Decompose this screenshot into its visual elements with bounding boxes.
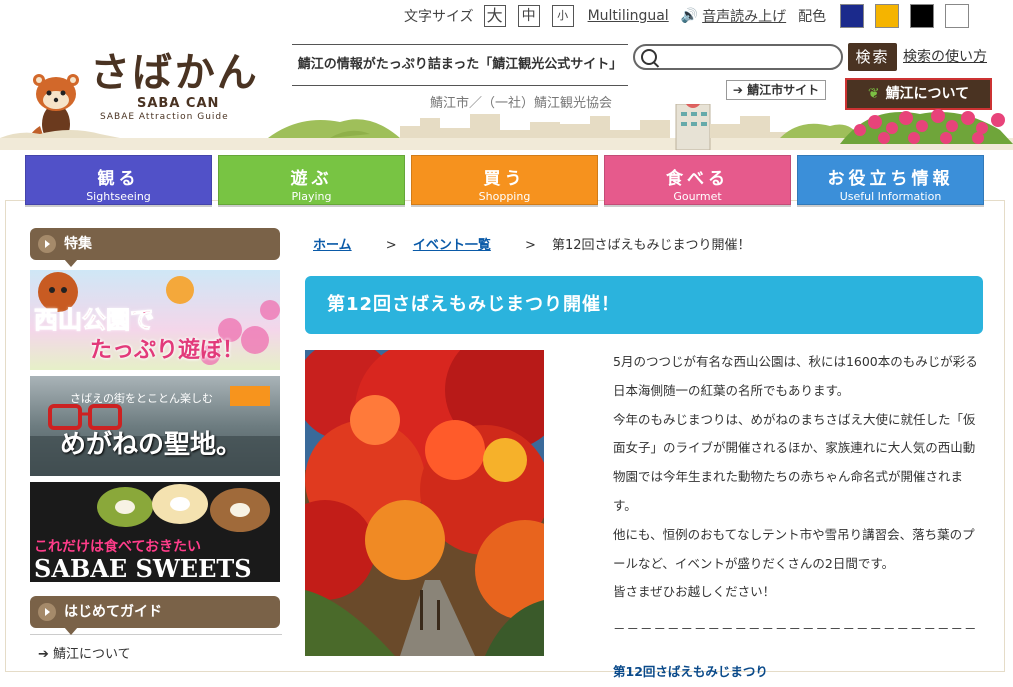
site-tagline: 鯖江の情報がたっぷり詰まった「鯖江観光公式サイト」: [292, 44, 628, 86]
multilingual-link[interactable]: Multilingual: [588, 8, 669, 24]
font-size-large-button[interactable]: 大: [483, 5, 506, 27]
font-size-medium-button[interactable]: 中: [517, 5, 540, 27]
nav-sightseeing-label: 観る: [97, 169, 140, 189]
site-header: 文字サイズ 大 中 小 Multilingual 🔊 音声読み上げ 配色 さばか…: [0, 0, 1013, 150]
nav-gourmet-label: 食べる: [666, 169, 729, 189]
autumn-leaves-photo: [305, 350, 544, 656]
nav-gourmet[interactable]: 食べる Gourmet: [604, 155, 791, 205]
sidebar: 特集 西山公園で たっぷり遊ぼ！ さばえの街をとことん楽しむ めがねの聖地。 こ…: [30, 228, 282, 662]
search-help-link[interactable]: 検索の使い方: [903, 46, 987, 66]
page-title: 第12回さばえもみじまつり開催！: [305, 276, 983, 334]
color-scheme-label: 配色: [798, 9, 827, 25]
nav-shopping[interactable]: 買う Shopping: [411, 155, 598, 205]
nav-playing-sublabel: Playing: [291, 190, 332, 203]
nav-playing-label: 遊ぶ: [290, 169, 333, 189]
header-scenery-illustration: [0, 104, 1013, 150]
guide-heading: はじめてガイド: [30, 596, 280, 635]
breadcrumb-current: 第12回さばえもみじまつり開催！: [552, 238, 751, 253]
breadcrumb-separator: >: [524, 238, 536, 253]
city-site-link[interactable]: ➔ 鯖江市サイト: [726, 80, 826, 100]
nav-sightseeing[interactable]: 観る Sightseeing: [25, 155, 212, 205]
banner-nishiyama-park[interactable]: 西山公園で たっぷり遊ぼ！: [30, 270, 280, 370]
breadcrumb-separator: >: [385, 238, 397, 253]
nav-useful-info-label: お役立ち情報: [827, 169, 954, 189]
nav-useful-info[interactable]: お役立ち情報 Useful Information: [797, 155, 984, 205]
banner-glasses-line1: さばえの街をとことん楽しむ: [70, 392, 213, 405]
color-yellow-button[interactable]: [875, 4, 900, 28]
speaker-icon: 🔊: [680, 8, 699, 24]
arrow-right-icon: ➔: [732, 83, 743, 97]
search-icon: [641, 49, 657, 65]
breadcrumb: ホーム > イベント一覧 > 第12回さばえもみじまつり開催！: [313, 234, 751, 253]
article-body: 5月のつつじが有名な西山公園は、秋には1600本のもみじが彩る日本海側随一の紅葉…: [613, 348, 985, 687]
banner-sweets-line2: SABAE SWEETS: [34, 554, 252, 582]
search-button[interactable]: 検索: [848, 43, 897, 71]
feature-heading: 特集: [30, 228, 280, 267]
logo-title: さばかん: [90, 49, 259, 96]
search-input[interactable]: [633, 44, 843, 70]
article-paragraph: 今年のもみじまつりは、めがねのまちさばえ大使に就任した「仮面女子」のライブが開催…: [613, 411, 976, 513]
global-nav: 観る Sightseeing 遊ぶ Playing 買う Shopping 食べ…: [25, 155, 985, 205]
chevron-right-icon: [38, 603, 56, 621]
nav-useful-info-sublabel: Useful Information: [839, 190, 942, 203]
article-paragraph: 5月のつつじが有名な西山公園は、秋には1600本のもみじが彩る日本海側随一の紅葉…: [613, 354, 978, 398]
sprout-icon: ❦: [867, 86, 880, 102]
breadcrumb-events[interactable]: イベント一覧: [413, 238, 491, 253]
article-paragraph: 他にも、恒例のおもてなしテント市や雪吊り講習会、落ち葉のプールなど、イベントが盛…: [613, 526, 975, 571]
nav-shopping-sublabel: Shopping: [478, 190, 531, 203]
color-navy-button[interactable]: [840, 4, 865, 28]
momiji-image: [305, 350, 544, 656]
guide-link-about-sabae[interactable]: ➔ 鯖江について: [30, 634, 282, 662]
nav-sightseeing-sublabel: Sightseeing: [86, 190, 151, 203]
article-divider: －－－－－－－－－－－－－－－－－－－－－－－－－－－: [613, 621, 978, 637]
article-subheading: 第12回さばえもみじまつり: [613, 663, 768, 679]
banner-sweets-line1: これだけは食べておきたい: [34, 539, 202, 555]
breadcrumb-home[interactable]: ホーム: [313, 238, 352, 253]
banner-nishiyama-line2: たっぷり遊ぼ！: [90, 338, 245, 363]
article-paragraph: 皆さまぜひお越しください！: [613, 584, 776, 600]
banner-nishiyama-line1: 西山公園で: [34, 306, 155, 335]
banner-glasses-city[interactable]: さばえの街をとことん楽しむ めがねの聖地。: [30, 376, 280, 476]
read-aloud-link[interactable]: 音声読み上げ: [702, 6, 786, 26]
nav-gourmet-sublabel: Gourmet: [673, 190, 722, 203]
color-black-button[interactable]: [910, 4, 935, 28]
banner-sabae-sweets[interactable]: これだけは食べておきたい SABAE SWEETS: [30, 482, 280, 582]
banner-glasses-line2: めがねの聖地。: [60, 430, 243, 460]
accessibility-toolbar: 文字サイズ 大 中 小 Multilingual 🔊 音声読み上げ 配色: [404, 4, 970, 28]
nav-playing[interactable]: 遊ぶ Playing: [218, 155, 405, 205]
nav-shopping-label: 買う: [483, 169, 526, 189]
chevron-right-icon: [38, 235, 56, 253]
color-white-button[interactable]: [945, 4, 970, 28]
font-size-small-button[interactable]: 小: [551, 5, 574, 27]
font-size-label: 文字サイズ: [404, 9, 474, 25]
arrow-right-icon: ➔: [38, 647, 49, 662]
